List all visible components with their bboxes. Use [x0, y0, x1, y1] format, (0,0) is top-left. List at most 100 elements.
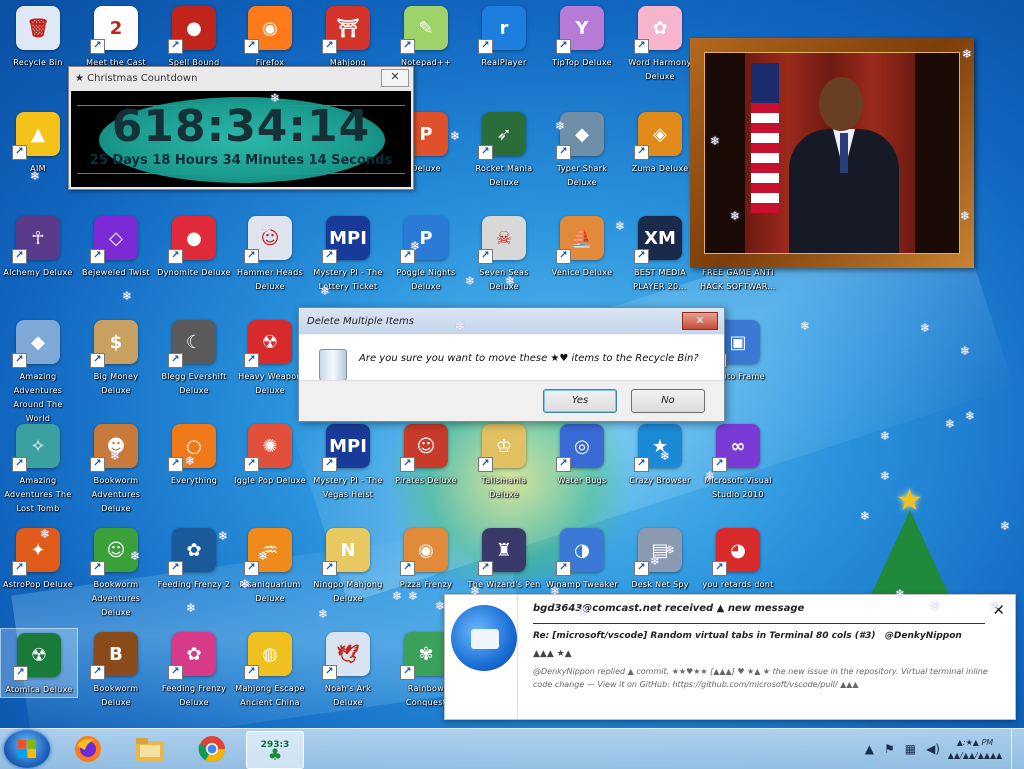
shortcut-arrow-icon: ↗ — [322, 561, 337, 576]
desktop-icon[interactable]: ☻ ↗ Bookworm Adventures Deluxe — [78, 420, 154, 516]
app-icon: ☥ ↗ — [12, 216, 60, 264]
shortcut-arrow-icon: ↗ — [12, 457, 27, 472]
snowflake-icon: ❄ — [860, 509, 871, 523]
network-icon[interactable]: ▦ — [905, 742, 916, 756]
desktop-icon[interactable]: ♒ ↗ Insaniquarium Deluxe — [232, 524, 308, 606]
dialog-close-button[interactable]: ✕ — [682, 312, 718, 330]
desktop-icon[interactable]: ☢ ↗ Atomica Deluxe — [0, 628, 78, 698]
desktop-icon[interactable]: ● ↗ Spell Bound — [156, 2, 232, 70]
snowflake-icon: ❄ — [960, 344, 971, 358]
yes-button[interactable]: Yes — [543, 389, 617, 413]
desktop-icon[interactable]: 🕊 ↗ Noah's Ark Deluxe — [310, 628, 386, 710]
desktop-icon[interactable]: MPI ↗ Mystery PI - The Lottery Ticket — [310, 212, 386, 294]
photo-frame-gadget[interactable] — [690, 38, 974, 268]
firefox-icon — [75, 736, 101, 762]
desktop-icon[interactable]: ● ↗ Dynomite Deluxe — [156, 212, 232, 280]
app-icon: r ↗ — [478, 6, 526, 54]
countdown-gadget[interactable]: ★ Christmas Countdown ✕ 618:34:14 25 Day… — [68, 66, 414, 190]
app-icon: ◇ ↗ — [90, 216, 138, 264]
desktop-icon[interactable]: ◍ ↗ Mahjong Escape Ancient China — [232, 628, 308, 710]
shortcut-arrow-icon: ↗ — [556, 145, 571, 160]
desktop-icon[interactable]: ☠ ↗ Seven Seas Deluxe — [466, 212, 542, 294]
desktop-icon[interactable]: ☥ ↗ Alchemy Deluxe — [0, 212, 76, 280]
taskbar-firefox[interactable] — [60, 731, 116, 767]
divider — [517, 595, 518, 719]
shortcut-arrow-icon: ↗ — [634, 39, 649, 54]
desktop-icon[interactable]: B ↗ Bookworm Deluxe — [78, 628, 154, 710]
desktop-icon[interactable]: 2 ↗ Meet the Cast — [78, 2, 154, 70]
desktop-icon[interactable]: ☢ ↗ Heavy Weapon Deluxe — [232, 316, 308, 398]
desktop-icon[interactable]: ⛵ ↗ Venice Deluxe — [544, 212, 620, 280]
shortcut-arrow-icon: ↗ — [478, 145, 493, 160]
volume-icon[interactable]: ◀) — [926, 742, 940, 756]
desktop-icon[interactable]: ◈ ↗ Zuma Deluxe — [622, 108, 698, 176]
clock[interactable]: ▲:★▲ PM ▲▲/▲▲/▲▲▲▲ — [945, 736, 1005, 762]
desktop-icon[interactable]: ◕ ↗ you retards dont — [700, 524, 776, 592]
desktop-icon[interactable]: ✿ ↗ Feeding Frenzy Deluxe — [156, 628, 232, 710]
desktop-icon[interactable]: ▲ ↗ AIM — [0, 108, 76, 176]
snowflake-icon: ❄ — [185, 454, 196, 468]
desktop-icon-label: Amazing Adventures Around The World — [13, 372, 63, 423]
countdown-face: 618:34:14 25 Days 18 Hours 34 Minutes 14… — [71, 91, 411, 187]
desktop-icon[interactable]: ∞ ↗ Microsoft Visual Studio 2010 — [700, 420, 776, 502]
shortcut-arrow-icon: ↗ — [634, 457, 649, 472]
desktop-icon[interactable]: ✿ ↗ Word Harmony Deluxe — [622, 2, 698, 84]
desktop-icon[interactable]: ♔ ↗ Talismania Deluxe — [466, 420, 542, 502]
desktop-icon-label: Recycle Bin — [13, 58, 63, 67]
desktop-icon[interactable]: ☾ ↗ Blegg Evershift Deluxe — [156, 316, 232, 398]
desktop-icon[interactable]: ◉ ↗ Firefox — [232, 2, 308, 70]
desktop-icon[interactable]: MPI ↗ Mystery PI - The Vegas Heist — [310, 420, 386, 502]
desktop-icon[interactable]: ◑ ↗ Winamp Tweaker — [544, 524, 620, 592]
desktop-icon-label: Dynomite Deluxe — [157, 268, 231, 277]
taskbar-explorer[interactable] — [122, 731, 178, 767]
desktop-icon[interactable]: r ↗ RealPlayer — [466, 2, 542, 70]
snowflake-icon: ❄ — [730, 209, 741, 223]
delete-dialog[interactable]: Delete Multiple Items ✕ Are you sure you… — [298, 307, 725, 422]
desktop-icon[interactable]: ♜ ↗ The Wizard's Pen — [466, 524, 542, 592]
desktop-icon[interactable]: ◆ ↗ Amazing Adventures Around The World — [0, 316, 76, 426]
action-center-flag-icon[interactable]: ⚑ — [884, 742, 895, 756]
desktop-icon[interactable]: 🗑 Recycle Bin — [0, 2, 76, 70]
desktop-icon[interactable]: XM ↗ BEST MEDIA PLAYER 20... — [622, 212, 698, 294]
desktop-icon[interactable]: ✎ ↗ Notepad++ — [388, 2, 464, 70]
app-icon: ♔ ↗ — [478, 424, 526, 472]
shortcut-arrow-icon: ↗ — [712, 561, 727, 576]
desktop-icon-label: Water Bugs — [557, 476, 607, 485]
desktop-icon[interactable]: ☺ ↗ Pirates Deluxe — [388, 420, 464, 488]
desktop-icon[interactable]: ◎ ↗ Water Bugs — [544, 420, 620, 488]
desktop-icon[interactable]: ✧ ↗ Amazing Adventures The Lost Tomb — [0, 420, 76, 516]
notification-meta: ▲▲▲ ★▲ — [533, 649, 572, 659]
desktop-icon[interactable]: ◉ ↗ Pizza Frenzy — [388, 524, 464, 592]
taskbar-countdown-gadget[interactable]: 293:3 ♣ — [246, 731, 304, 769]
gadget-close-button[interactable]: ✕ — [381, 69, 409, 87]
taskbar-chrome[interactable] — [184, 731, 240, 767]
app-icon: $ ↗ — [90, 320, 138, 368]
desktop-icon-label: TipTop Deluxe — [552, 58, 612, 67]
notification-preview: @DenkyNippon replied ▲ commit. ★★♥★★ [▲▲… — [533, 667, 988, 689]
desktop-icon[interactable]: ☺ ↗ Bookworm Adventures Deluxe — [78, 524, 154, 620]
show-hidden-icons-icon[interactable]: ▲ — [865, 742, 874, 756]
desktop-icon[interactable]: ➶ ↗ Rocket Mania Deluxe — [466, 108, 542, 190]
show-desktop-button[interactable] — [1011, 729, 1024, 769]
desktop-icon[interactable]: P ↗ Poggle Nights Deluxe — [388, 212, 464, 294]
gadget-titlebar[interactable]: ★ Christmas Countdown ✕ — [69, 67, 413, 89]
desktop-icon[interactable]: ✺ ↗ Iggle Pop Deluxe — [232, 420, 308, 488]
countdown-time: 618:34:14 — [111, 101, 371, 152]
shortcut-arrow-icon: ↗ — [244, 561, 259, 576]
desktop-icon[interactable]: ✦ ↗ AstroPop Deluxe — [0, 524, 76, 592]
photo — [704, 52, 960, 254]
no-button[interactable]: No — [631, 389, 705, 413]
app-icon: ∞ ↗ — [712, 424, 760, 472]
app-icon: XM ↗ — [634, 216, 682, 264]
desktop-icon[interactable]: ⛩ ↗ Mahjong — [310, 2, 386, 70]
shortcut-arrow-icon: ↗ — [168, 561, 183, 576]
desktop-icon[interactable]: N ↗ Ningpo Mahjong Deluxe — [310, 524, 386, 606]
shortcut-arrow-icon: ↗ — [12, 249, 27, 264]
app-icon: ➶ ↗ — [478, 112, 526, 160]
desktop-icon[interactable]: $ ↗ Big Money Deluxe — [78, 316, 154, 398]
desktop-icon[interactable]: ◇ ↗ Bejeweled Twist — [78, 212, 154, 280]
desktop-icon[interactable]: Y ↗ TipTop Deluxe — [544, 2, 620, 70]
start-button[interactable] — [4, 730, 50, 768]
snowflake-icon: ❄ — [895, 587, 906, 601]
dialog-titlebar[interactable]: Delete Multiple Items ✕ — [299, 308, 724, 334]
